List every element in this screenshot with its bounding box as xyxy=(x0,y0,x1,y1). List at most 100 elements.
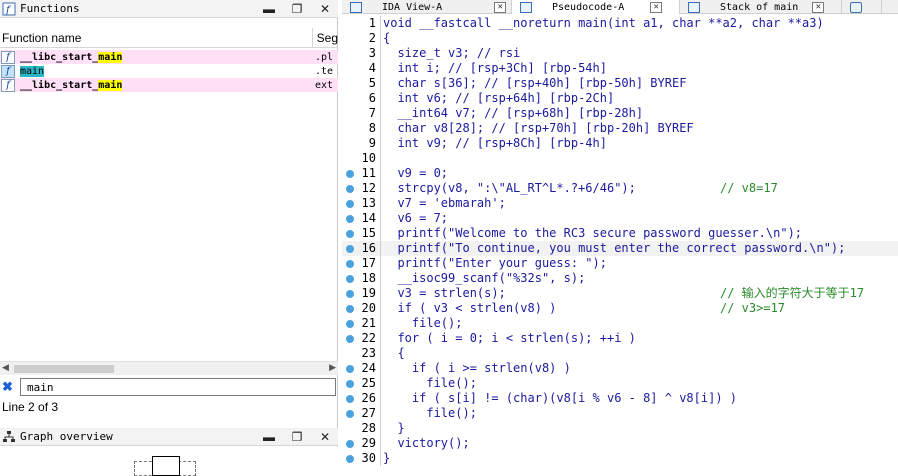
pseudocode-pane: IDA View-A ✕ Pseudocode-A ✕ Stack of mai… xyxy=(342,0,898,476)
float-panel-icon[interactable]: ❐ xyxy=(290,1,304,17)
code-line[interactable]: 20 if ( v3 < strlen(v8) ) // v3>=17 xyxy=(342,301,898,316)
close-tab-icon[interactable]: ✕ xyxy=(494,1,507,13)
code-line[interactable]: 19 v3 = strlen(s); // 输入的字符大于等于17 xyxy=(342,286,898,301)
code-text: if ( v3 < strlen(v8) ) xyxy=(383,301,557,315)
code-line[interactable]: 15 printf("Welcome to the RC3 secure pas… xyxy=(342,226,898,241)
function-row[interactable]: f __libc_start_main .pl xyxy=(0,50,338,64)
code-line[interactable]: 2{ xyxy=(342,31,898,46)
code-line[interactable]: 21 file(); xyxy=(342,316,898,331)
code-line[interactable]: 28 } xyxy=(342,421,898,436)
view-tabs: IDA View-A ✕ Pseudocode-A ✕ Stack of mai… xyxy=(342,0,898,14)
close-graph-icon[interactable]: ✕ xyxy=(318,429,332,445)
code-line[interactable]: 23 { xyxy=(342,346,898,361)
breakpoint-marker-icon[interactable] xyxy=(346,260,354,268)
line-number: 10 xyxy=(361,151,376,165)
breakpoint-marker-icon[interactable] xyxy=(346,290,354,298)
function-row[interactable]: f __libc_start_main ext xyxy=(0,78,338,92)
column-function-name[interactable]: Function name xyxy=(0,28,313,47)
scroll-right-icon[interactable]: ▶ xyxy=(329,362,336,373)
code-line[interactable]: 8 char v8[28]; // [rsp+70h] [rbp-20h] BY… xyxy=(342,121,898,136)
close-tab-icon[interactable]: ✕ xyxy=(812,1,825,13)
breakpoint-marker-icon[interactable] xyxy=(346,365,354,373)
close-tab-icon[interactable]: ✕ xyxy=(650,1,663,13)
close-panel-icon[interactable]: ✕ xyxy=(318,1,332,17)
functions-horizontal-scrollbar[interactable]: ◀ ▶ xyxy=(0,361,338,375)
minimize-panel-icon[interactable]: ▬ xyxy=(262,1,276,17)
column-segment[interactable]: Seg xyxy=(313,28,338,47)
code-line[interactable]: 24 if ( i >= strlen(v8) ) xyxy=(342,361,898,376)
code-line[interactable]: 16 printf("To continue, you must enter t… xyxy=(342,241,898,256)
gutter-separator xyxy=(380,406,381,421)
code-line[interactable]: 22 for ( i = 0; i < strlen(s); ++i ) xyxy=(342,331,898,346)
breakpoint-marker-icon[interactable] xyxy=(346,185,354,193)
breakpoint-marker-icon[interactable] xyxy=(346,455,354,463)
code-line[interactable]: 5 char s[36]; // [rsp+40h] [rbp-50h] BYR… xyxy=(342,76,898,91)
code-line[interactable]: 11 v9 = 0; xyxy=(342,166,898,181)
code-text: victory(); xyxy=(383,436,470,450)
breakpoint-marker-icon[interactable] xyxy=(346,245,354,253)
breakpoint-marker-icon[interactable] xyxy=(346,395,354,403)
breakpoint-marker-icon[interactable] xyxy=(346,380,354,388)
code-line[interactable]: 1 void __fastcall __noreturn main(int a1,… xyxy=(342,16,898,31)
line-number: 30 xyxy=(361,451,376,465)
code-line[interactable]: 26 if ( s[i] != (char)(v8[i % v6 - 8] ^ … xyxy=(342,391,898,406)
gutter-separator xyxy=(380,151,381,166)
tab-stack-of-main[interactable]: Stack of main ✕ xyxy=(680,0,842,14)
code-line[interactable]: 14 v6 = 7; xyxy=(342,211,898,226)
code-line[interactable]: 30} xyxy=(342,451,898,466)
code-text: v9 = 0; xyxy=(383,166,449,180)
code-line[interactable]: 25 file(); xyxy=(342,376,898,391)
breakpoint-marker-icon[interactable] xyxy=(346,215,354,223)
code-line[interactable]: 17 printf("Enter your guess: "); xyxy=(342,256,898,271)
line-number: 16 xyxy=(361,241,376,255)
code-line[interactable]: 7 __int64 v7; // [rsp+68h] [rbp-28h] xyxy=(342,106,898,121)
breakpoint-marker-icon[interactable] xyxy=(346,275,354,283)
function-name: __libc_start_main xyxy=(20,79,123,91)
clear-filter-icon[interactable]: ✖ xyxy=(2,379,16,395)
breakpoint-marker-icon[interactable] xyxy=(346,170,354,178)
code-text: v6 = 7; xyxy=(383,211,449,225)
code-text: { xyxy=(383,346,405,360)
minimize-graph-icon[interactable]: ▬ xyxy=(262,429,276,445)
line-number: 2 xyxy=(368,31,376,45)
code-text: void __fastcall __noreturn main(int a1, … xyxy=(383,16,824,30)
code-line[interactable]: 6 int v6; // [rsp+64h] [rbp-2Ch] xyxy=(342,91,898,106)
code-line[interactable]: 12 strcpy(v8, ":\"AL_RT^L*.?+6/46"); // v… xyxy=(342,181,898,196)
breakpoint-marker-icon[interactable] xyxy=(346,335,354,343)
code-line[interactable]: 4 int i; // [rsp+3Ch] [rbp-54h] xyxy=(342,61,898,76)
code-line[interactable]: 9 int v9; // [rsp+8Ch] [rbp-4h] xyxy=(342,136,898,151)
tab-ida-view-a[interactable]: IDA View-A ✕ xyxy=(342,0,512,14)
breakpoint-marker-icon[interactable] xyxy=(346,230,354,238)
function-row[interactable]: f main .te xyxy=(0,64,338,78)
code-line[interactable]: 18 __isoc99_scanf("%32s", s); xyxy=(342,271,898,286)
float-graph-icon[interactable]: ❐ xyxy=(290,429,304,445)
code-line[interactable]: 3 size_t v3; // rsi xyxy=(342,46,898,61)
functions-panel-header: f Functions ▬ ❐ ✕ xyxy=(0,0,338,18)
code-text: file(); xyxy=(383,316,463,330)
scroll-left-icon[interactable]: ◀ xyxy=(2,362,9,373)
code-text: if ( s[i] != (char)(v8[i % v6 - 8] ^ v8[… xyxy=(383,391,738,405)
tab-pseudocode-a[interactable]: Pseudocode-A ✕ xyxy=(512,0,680,14)
gutter-separator xyxy=(380,61,381,76)
breakpoint-marker-icon[interactable] xyxy=(346,305,354,313)
breakpoint-marker-icon[interactable] xyxy=(346,410,354,418)
function-filter-input[interactable] xyxy=(20,378,336,396)
graph-overview-canvas[interactable] xyxy=(0,447,338,476)
line-number: 14 xyxy=(361,211,376,225)
code-line[interactable]: 13 v7 = 'ebmarah'; xyxy=(342,196,898,211)
code-line[interactable]: 10 xyxy=(342,151,898,166)
breakpoint-marker-icon[interactable] xyxy=(346,320,354,328)
line-number: 18 xyxy=(361,271,376,285)
code-text: { xyxy=(383,31,391,45)
scrollbar-thumb[interactable] xyxy=(14,365,114,373)
code-line[interactable]: 27 file(); xyxy=(342,406,898,421)
breakpoint-marker-icon[interactable] xyxy=(346,440,354,448)
gutter-separator xyxy=(380,331,381,346)
line-number: 3 xyxy=(368,46,376,60)
code-line[interactable]: 29 victory(); xyxy=(342,436,898,451)
tab-hex-view[interactable] xyxy=(842,0,882,14)
line-number: 21 xyxy=(361,316,376,330)
breakpoint-marker-icon[interactable] xyxy=(346,200,354,208)
pseudocode-editor[interactable]: 1 void __fastcall __noreturn main(int a1,… xyxy=(342,16,898,476)
line-number: 26 xyxy=(361,391,376,405)
